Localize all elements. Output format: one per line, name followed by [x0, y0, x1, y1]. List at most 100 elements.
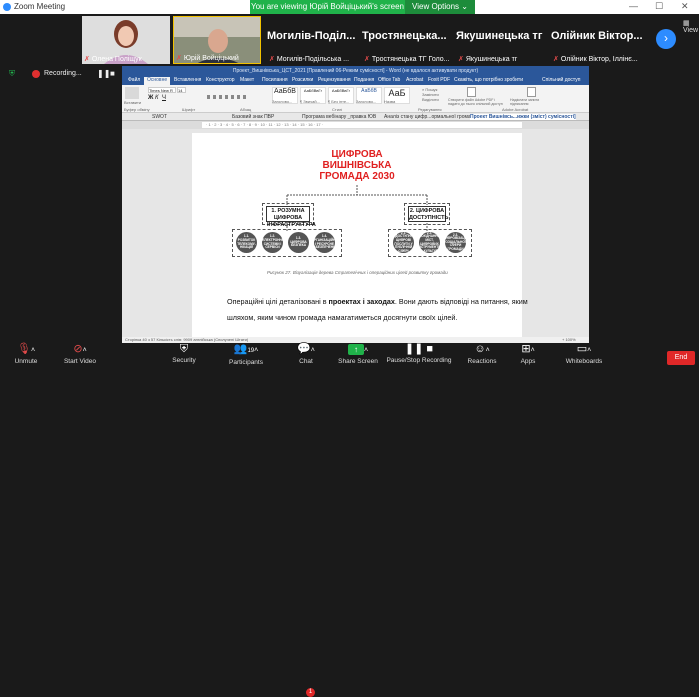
pdf-icon	[467, 87, 476, 97]
chat-unread-badge: 1	[306, 688, 315, 697]
doc-tab[interactable]: Базовий знак ПВР	[232, 114, 274, 120]
doc-tab-active[interactable]: Проект Вишнівсь...ижки (зміст) сумісност…	[470, 114, 576, 120]
reactions-button[interactable]: ☺˄ Reactions	[460, 343, 504, 369]
ribbon-group-label: Стилі	[332, 107, 343, 112]
document-page[interactable]: ЦИФРОВА ВИШНІВСЬКА ГРОМАДА 2030 1. РОЗУМ…	[192, 133, 528, 337]
ruler-scale: · 1 · 2 · 3 · 4 · 5 · 6 · 7 · 8 · 9 · 10…	[202, 122, 522, 128]
start-video-button[interactable]: ⊘˄ Start Video	[52, 343, 108, 369]
record-dot-icon	[32, 70, 40, 78]
participant-tile-active[interactable]: ✗ Юрій Войціцький	[173, 16, 261, 64]
select-button[interactable]: Виділити	[422, 97, 439, 102]
apps-button[interactable]: ⊞˄ Apps	[508, 343, 548, 369]
tab-design[interactable]: Конструктор	[206, 77, 235, 83]
italic-button[interactable]: К	[155, 95, 159, 101]
request-signatures-button[interactable]: Надіслати запити підписання	[510, 98, 550, 106]
doc-tab[interactable]: SWOT	[152, 114, 167, 120]
shared-word-window: Проект_Вишнівська_ЦСТ_2021 [Правлений 06…	[122, 66, 589, 343]
sign-icon	[527, 87, 536, 97]
underline-button[interactable]: Ч	[162, 95, 166, 101]
end-meeting-button[interactable]: End	[667, 351, 695, 365]
mic-muted-icon: ✗	[176, 55, 182, 62]
tab-office-tab[interactable]: Office Tab	[378, 77, 400, 83]
chevron-down-icon: ⌄	[461, 2, 468, 11]
tab-mailings[interactable]: Розсилки	[292, 77, 313, 83]
bold-button[interactable]: Ж	[148, 95, 153, 101]
word-ribbon: Вставити Times New R 14 Ж К Ч АаБбВ АаБб…	[122, 85, 589, 113]
ribbon-group-label: Буфер обміну	[124, 107, 150, 112]
participant-tile[interactable]: ✗ Олена Поліщук	[82, 16, 170, 64]
participant-tile[interactable]: Тростянецька... ✗ Тростянецька ТГ Голо...	[362, 16, 454, 64]
participant-tile[interactable]: Олійник Віктор... ✗ Олійник Віктор, Іллін…	[551, 16, 651, 64]
stop-recording-button[interactable]: ■	[110, 69, 115, 78]
doc-tab[interactable]: Програма вебінару _правка ЮВ	[302, 114, 376, 120]
tab-home[interactable]: Основне	[144, 77, 171, 85]
participants-button[interactable]: 👥19˄ Participants	[218, 343, 274, 369]
pause-stop-icon: ❚❚ ■	[404, 343, 434, 355]
doc-tab[interactable]: Аналіз стану цифр...ормальної громади	[384, 114, 476, 120]
style-name: ¶ Без інте...	[328, 99, 350, 104]
body-paragraph-line: Операційні цілі деталізовані в проектах …	[227, 297, 528, 306]
participant-display-name: Олійник Віктор...	[551, 30, 643, 42]
whiteboards-button[interactable]: ▭˄ Whiteboards	[556, 343, 612, 369]
participant-tile[interactable]: Могилів-Поділ... ✗ Могилів-Подільська ...	[267, 16, 359, 64]
font-size-select[interactable]: 14	[177, 87, 186, 93]
operational-goal: 1.1. РОЗВИТОК ТЕЛЕКОМУ-НІКАЦІЙ	[236, 232, 257, 253]
style-name: Заголово...	[356, 99, 377, 104]
tab-review[interactable]: Рецензування	[318, 77, 351, 83]
document-canvas[interactable]: ЦИФРОВА ВИШНІВСЬКА ГРОМАДА 2030 1. РОЗУМ…	[122, 129, 589, 337]
apps-icon: ⊞˄	[521, 343, 535, 355]
tab-references[interactable]: Посилання	[262, 77, 288, 83]
tab-acrobat[interactable]: Acrobat	[406, 77, 423, 83]
close-button[interactable]: ✕	[681, 1, 689, 12]
security-button[interactable]: ⛨ Security	[164, 343, 204, 369]
participant-name: ✗ Юрій Войціцький	[176, 55, 239, 62]
tab-foxit[interactable]: Foxit PDF	[428, 77, 450, 83]
zoom-level[interactable]: + 100%	[562, 337, 576, 342]
participant-tile[interactable]: Якушинецька тг ✗ Якушинецька тг	[456, 16, 548, 64]
minimize-button[interactable]: —	[629, 1, 638, 11]
tab-file[interactable]: Файл	[128, 77, 140, 83]
operational-goal: 1.2. ЕЛЕКТРОННІ СИСТЕМИ І СЕРВІСИ	[262, 232, 283, 253]
participant-name: ✗ Могилів-Подільська ...	[269, 56, 350, 63]
view-options-button[interactable]: View Options ⌄	[405, 0, 475, 14]
share-screen-button[interactable]: ↑ ˄ Share Screen	[330, 343, 386, 369]
paragraph-tools[interactable]	[207, 95, 247, 99]
shield-icon: ⛨	[179, 343, 189, 355]
tab-view[interactable]: Подання	[354, 77, 374, 83]
style-name: Заголово...	[272, 99, 293, 104]
participant-name: ✗ Олена Поліщук	[84, 56, 142, 63]
document-tabs: SWOT Базовий знак ПВР Програма вебінару …	[122, 113, 589, 121]
maximize-button[interactable]: ☐	[655, 1, 663, 12]
participant-name: ✗ Якушинецька тг	[458, 56, 518, 63]
gallery-next-button[interactable]: ›	[656, 29, 676, 49]
style-name: Назва	[384, 99, 396, 104]
word-ribbon-tabs: Файл Основне Вставлення Конструктор Маке…	[122, 76, 589, 85]
pause-stop-recording-button[interactable]: ❚❚ ■ Pause/Stop Recording	[384, 343, 454, 369]
font-name-select[interactable]: Times New R	[148, 87, 176, 93]
tab-insert[interactable]: Вставлення	[174, 77, 201, 83]
share-screen-icon: ↑ ˄	[330, 343, 386, 357]
mic-muted-icon: ✗	[269, 56, 275, 63]
ribbon-group-label: Adobe Acrobat	[502, 107, 529, 112]
ribbon-group-label: Шрифт	[182, 107, 196, 112]
participant-display-name: Тростянецька...	[362, 30, 447, 42]
strategic-goal-2: 2. ЦИФРОВА ДОСТУПНІСТЬ	[408, 206, 449, 222]
create-pdf-button[interactable]: Створити файл Adobe PDF і надати до ньог…	[448, 98, 504, 106]
mic-muted-icon: ✗	[458, 56, 464, 63]
tab-layout[interactable]: Макет	[240, 77, 254, 83]
mic-muted-icon: ✗	[84, 56, 90, 63]
figure-caption: Рисунок 27. Візуалізація дерева Стратегі…	[267, 270, 448, 275]
smiley-icon: ☺˄	[474, 343, 490, 355]
chat-button[interactable]: 💬˄ Chat	[288, 343, 324, 369]
recording-indicator: ⛨ Recording... ❚❚ ■	[0, 67, 125, 81]
operational-goal: 2.3. ЦИФРОВІЗАЦІЯ СОЦІАЛЬНОЇ СФЕРИ ГРОМА…	[443, 232, 468, 253]
chevron-right-icon: ›	[664, 31, 668, 45]
unmute-button[interactable]: 🎙˄ Unmute	[6, 343, 46, 369]
video-off-icon: ⊘˄	[73, 343, 87, 355]
view-button[interactable]: ▦ View	[683, 19, 699, 34]
pause-recording-button[interactable]: ❚❚	[97, 69, 110, 78]
share-button[interactable]: Спільний доступ	[542, 77, 580, 83]
ribbon-group-label: Редагування	[418, 107, 442, 112]
paste-icon[interactable]	[125, 87, 139, 99]
tell-me-search[interactable]: Скажіть, що потрібно зробити	[454, 77, 523, 83]
